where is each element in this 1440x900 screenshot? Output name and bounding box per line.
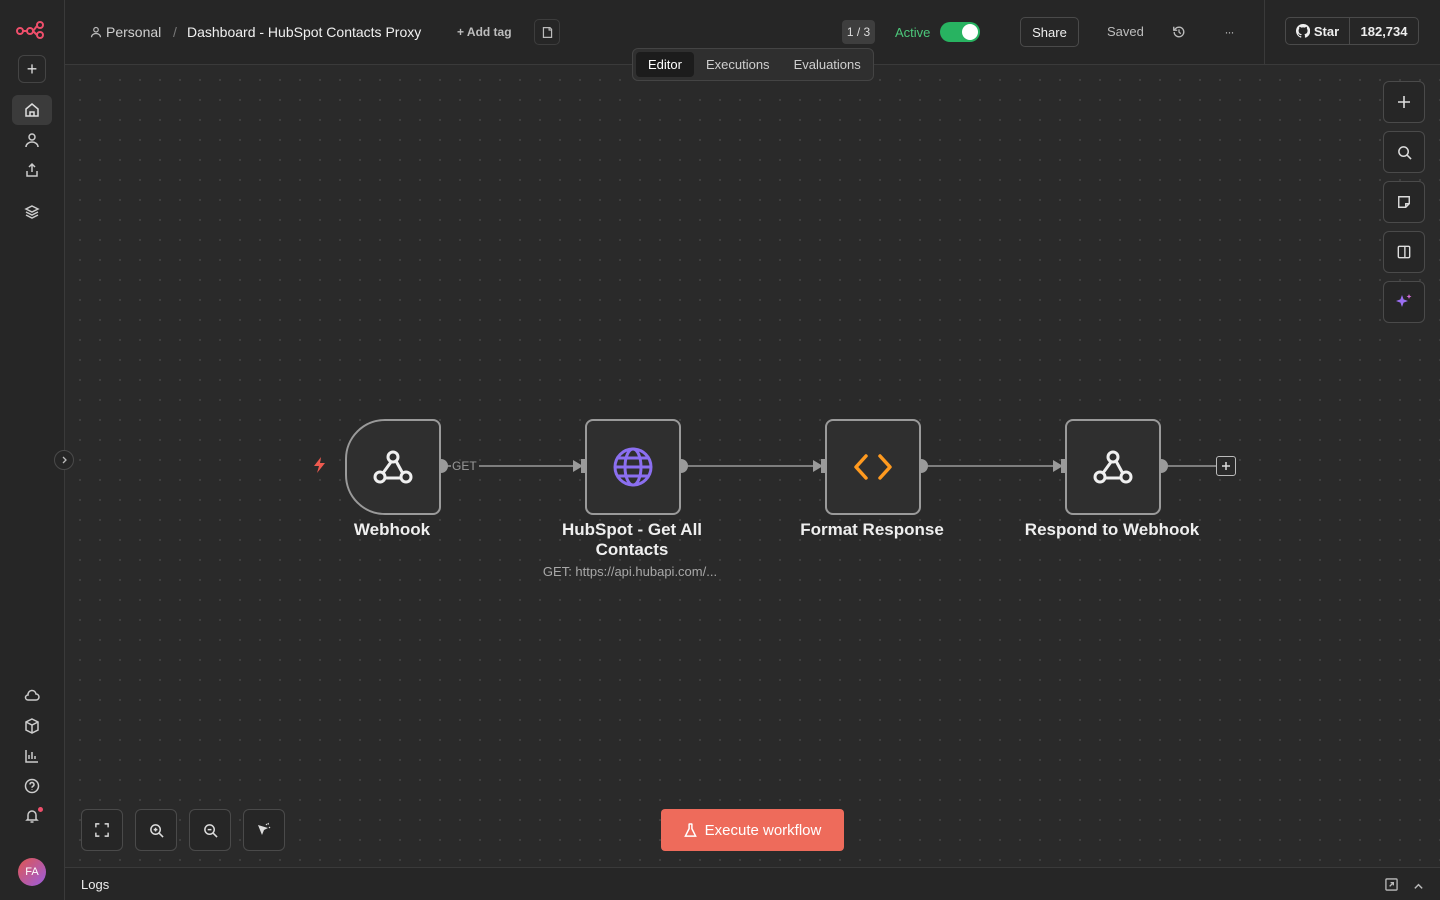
cloud-icon	[24, 689, 40, 701]
tab-editor[interactable]: Editor	[636, 52, 694, 77]
node-label-format-response: Format Response	[800, 520, 944, 539]
github-star-label: Star	[1313, 23, 1340, 39]
create-button[interactable]: +	[18, 55, 46, 83]
fullscreen-icon	[95, 823, 109, 837]
node-format-response[interactable]	[825, 419, 921, 515]
fit-view-button[interactable]	[81, 809, 123, 851]
more-button[interactable]: ···	[1216, 19, 1242, 45]
sparkle-icon	[1396, 294, 1412, 307]
webhook-icon	[373, 450, 413, 484]
node-label-webhook: Webhook	[353, 520, 431, 539]
add-node-button[interactable]	[1216, 456, 1236, 476]
active-label: Active	[895, 25, 931, 40]
globe-icon	[613, 447, 653, 487]
sidebar: + FA	[0, 0, 65, 900]
broom-icon	[258, 822, 271, 835]
user-icon	[25, 133, 39, 148]
bar-chart-icon	[25, 750, 38, 763]
sticky-note-button[interactable]	[1383, 181, 1425, 223]
webhook-icon	[1093, 450, 1133, 484]
layers-icon	[24, 205, 40, 219]
sidebar-item-layers[interactable]	[12, 197, 52, 227]
tab-evaluations[interactable]: Evaluations	[782, 52, 873, 77]
breadcrumb-separator: /	[173, 24, 177, 40]
toggle-knob	[962, 24, 978, 40]
sidebar-item-overview[interactable]	[12, 95, 52, 125]
zoom-in-button[interactable]	[135, 809, 177, 851]
side-panel-button[interactable]	[1383, 231, 1425, 273]
sidebar-item-cloud[interactable]	[12, 681, 52, 711]
chevron-right-icon	[62, 456, 67, 464]
node-label-respond-to-webhook: Respond to Webhook	[1024, 520, 1200, 539]
sidebar-collapse-button[interactable]	[54, 450, 74, 470]
github-star-button[interactable]: Star 182,734	[1285, 17, 1419, 45]
sidebar-item-notifications[interactable]	[12, 801, 52, 831]
chevron-up-icon	[1414, 883, 1423, 889]
execute-workflow-label: Execute workflow	[704, 821, 822, 839]
trigger-bolt-icon	[312, 456, 328, 479]
sidebar-item-shared[interactable]	[12, 155, 52, 185]
popout-button[interactable]	[1385, 878, 1398, 896]
saved-status: Saved	[1107, 24, 1144, 39]
logs-panel[interactable]: Logs	[65, 867, 1440, 900]
github-star-count: 182,734	[1360, 23, 1408, 39]
github-icon	[1295, 24, 1310, 38]
expand-logs-button[interactable]	[1413, 879, 1424, 897]
archive-icon	[542, 26, 552, 38]
share-icon	[26, 162, 38, 177]
add-node-panel-button[interactable]	[1383, 81, 1425, 123]
header-divider	[1264, 0, 1265, 65]
add-tag-button[interactable]: + Add tag	[457, 25, 512, 39]
node-subtitle-hubspot: GET: https://api.hubapi.com/...	[542, 564, 718, 579]
search-nodes-button[interactable]	[1383, 131, 1425, 173]
node-webhook[interactable]	[345, 419, 441, 515]
zoom-in-icon	[149, 823, 164, 838]
workflow-canvas[interactable]: GET Webhook HubSpot - Get All Contacts G…	[65, 65, 1440, 867]
sidebar-item-personal[interactable]	[12, 125, 52, 155]
help-icon	[24, 778, 40, 794]
share-button[interactable]: Share	[1020, 17, 1079, 47]
version-badge[interactable]: 1 / 3	[842, 20, 875, 44]
popout-icon	[1385, 878, 1398, 891]
zoom-out-button[interactable]	[189, 809, 231, 851]
user-icon	[90, 26, 102, 38]
workflow-name[interactable]: Dashboard - HubSpot Contacts Proxy	[187, 24, 421, 40]
zoom-out-icon	[203, 823, 218, 838]
tidy-up-button[interactable]	[243, 809, 285, 851]
box-icon	[25, 718, 39, 734]
view-tabs: Editor Executions Evaluations	[632, 48, 874, 81]
sidebar-item-templates[interactable]	[12, 711, 52, 741]
sidebar-item-insights[interactable]	[12, 741, 52, 771]
connection-label: GET	[452, 459, 477, 473]
panel-icon	[1397, 245, 1411, 259]
history-button[interactable]	[1166, 19, 1192, 45]
archive-button[interactable]	[534, 19, 560, 45]
search-icon	[1397, 145, 1412, 160]
node-label-hubspot: HubSpot - Get All Contacts	[561, 520, 703, 559]
flask-icon	[683, 822, 697, 837]
sidebar-item-help[interactable]	[12, 771, 52, 801]
logs-label: Logs	[81, 877, 110, 892]
ai-assistant-button[interactable]	[1383, 281, 1425, 323]
node-hubspot-get-contacts[interactable]	[585, 419, 681, 515]
active-toggle[interactable]	[940, 22, 980, 42]
n8n-logo[interactable]	[16, 20, 48, 40]
node-respond-to-webhook[interactable]	[1065, 419, 1161, 515]
notification-dot	[38, 807, 43, 812]
tab-executions[interactable]: Executions	[694, 52, 782, 77]
github-star: Star	[1286, 18, 1350, 44]
code-icon	[854, 454, 892, 480]
history-icon	[1173, 26, 1185, 38]
home-icon	[25, 103, 39, 117]
sticky-note-icon	[1398, 196, 1410, 208]
breadcrumb-project[interactable]: Personal	[90, 24, 161, 40]
avatar[interactable]: FA	[18, 858, 46, 886]
plus-icon	[1222, 462, 1230, 470]
project-name: Personal	[106, 24, 162, 40]
plus-icon	[1398, 96, 1410, 108]
execute-workflow-button[interactable]: Execute workflow	[661, 809, 844, 851]
